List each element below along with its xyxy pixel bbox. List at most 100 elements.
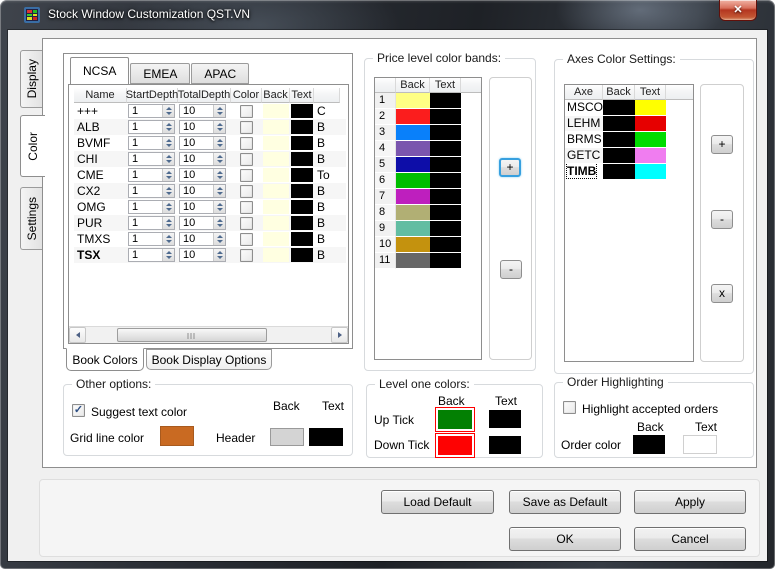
order-text-swatch[interactable] — [683, 435, 717, 454]
text-color-swatch[interactable] — [635, 148, 666, 164]
price-band-row[interactable]: 5 — [375, 157, 481, 173]
tab-book-colors[interactable]: Book Colors — [66, 348, 144, 371]
scrollbar-thumb[interactable] — [117, 328, 267, 342]
back-color-swatch[interactable] — [396, 253, 430, 269]
spinner-arrows-icon[interactable] — [213, 217, 225, 229]
start-depth-spinner[interactable]: 1 — [128, 120, 175, 134]
book-table-row[interactable]: TMXS 1 10 B — [74, 231, 346, 247]
add-axe-button[interactable]: + — [711, 135, 733, 154]
header-text-swatch[interactable] — [309, 428, 343, 446]
tab-settings[interactable]: Settings — [20, 187, 42, 250]
start-depth-spinner[interactable]: 1 — [128, 152, 175, 166]
color-checkbox[interactable] — [240, 168, 253, 182]
back-color-swatch[interactable] — [396, 189, 430, 205]
color-checkbox[interactable] — [240, 136, 253, 150]
book-table-row[interactable]: CX2 1 10 B — [74, 183, 346, 199]
start-depth-spinner[interactable]: 1 — [128, 104, 175, 118]
total-depth-spinner[interactable]: 10 — [179, 136, 226, 150]
grid-line-color-swatch[interactable] — [160, 426, 194, 446]
start-depth-spinner[interactable]: 1 — [128, 216, 175, 230]
spinner-arrows-icon[interactable] — [213, 153, 225, 165]
book-table-row[interactable]: CME 1 10 To — [74, 167, 346, 183]
total-depth-spinner[interactable]: 10 — [179, 200, 226, 214]
scroll-left-arrow-icon[interactable] — [69, 327, 86, 343]
start-depth-spinner[interactable]: 1 — [128, 200, 175, 214]
spinner-arrows-icon[interactable] — [213, 105, 225, 117]
back-color-swatch[interactable] — [603, 116, 635, 132]
color-checkbox[interactable] — [240, 120, 253, 134]
price-band-row[interactable]: 4 — [375, 141, 481, 157]
title-bar[interactable]: Stock Window Customization QST.VN ✕ — [0, 0, 775, 30]
close-button[interactable]: ✕ — [719, 0, 757, 21]
text-color-swatch[interactable] — [430, 237, 461, 253]
scroll-right-arrow-icon[interactable] — [331, 327, 348, 343]
total-depth-spinner[interactable]: 10 — [179, 168, 226, 182]
text-color-swatch[interactable] — [291, 120, 313, 134]
text-color-swatch[interactable] — [430, 157, 461, 173]
price-band-row[interactable]: 2 — [375, 109, 481, 125]
back-color-swatch[interactable] — [263, 216, 289, 230]
text-color-swatch[interactable] — [430, 141, 461, 157]
back-color-swatch[interactable] — [396, 125, 430, 141]
axes-row[interactable]: MSCO — [565, 100, 693, 116]
add-band-button[interactable]: + — [499, 158, 521, 177]
back-color-swatch[interactable] — [396, 173, 430, 189]
text-color-swatch[interactable] — [291, 216, 313, 230]
price-band-row[interactable]: 11 — [375, 253, 481, 269]
total-depth-spinner[interactable]: 10 — [179, 152, 226, 166]
book-table-row[interactable]: CHI 1 10 B — [74, 151, 346, 167]
color-checkbox[interactable] — [240, 200, 253, 214]
text-color-swatch[interactable] — [430, 205, 461, 221]
color-checkbox[interactable] — [240, 216, 253, 230]
ok-button[interactable]: OK — [509, 527, 621, 551]
up-tick-back-swatch[interactable] — [435, 407, 475, 432]
text-color-swatch[interactable] — [635, 164, 666, 180]
price-band-row[interactable]: 9 — [375, 221, 481, 237]
text-color-swatch[interactable] — [430, 109, 461, 125]
color-checkbox[interactable] — [240, 104, 253, 118]
spinner-arrows-icon[interactable] — [162, 233, 174, 245]
book-table-row[interactable]: BVMF 1 10 B — [74, 135, 346, 151]
total-depth-spinner[interactable]: 10 — [179, 216, 226, 230]
spinner-arrows-icon[interactable] — [213, 169, 225, 181]
back-color-swatch[interactable] — [396, 237, 430, 253]
text-color-swatch[interactable] — [430, 221, 461, 237]
highlight-accepted-orders-checkbox[interactable] — [563, 401, 576, 414]
down-tick-back-swatch[interactable] — [435, 433, 475, 458]
axes-row[interactable]: BRMS — [565, 132, 693, 148]
text-color-swatch[interactable] — [635, 132, 666, 148]
suggest-text-color-checkbox[interactable] — [72, 404, 85, 417]
remove-axe-button[interactable]: - — [711, 210, 733, 229]
header-back-swatch[interactable] — [270, 428, 304, 446]
back-color-swatch[interactable] — [603, 132, 635, 148]
spinner-arrows-icon[interactable] — [162, 137, 174, 149]
spinner-arrows-icon[interactable] — [162, 217, 174, 229]
text-color-swatch[interactable] — [291, 248, 313, 262]
tab-color[interactable]: Color — [20, 115, 45, 177]
back-color-swatch[interactable] — [263, 168, 289, 182]
load-default-button[interactable]: Load Default — [381, 490, 494, 514]
spinner-arrows-icon[interactable] — [213, 121, 225, 133]
text-color-swatch[interactable] — [291, 232, 313, 246]
back-color-swatch[interactable] — [263, 232, 289, 246]
back-color-swatch[interactable] — [396, 157, 430, 173]
back-color-swatch[interactable] — [263, 136, 289, 150]
total-depth-spinner[interactable]: 10 — [179, 184, 226, 198]
color-checkbox[interactable] — [240, 152, 253, 166]
text-color-swatch[interactable] — [291, 104, 313, 118]
text-color-swatch[interactable] — [430, 253, 461, 269]
back-color-swatch[interactable] — [263, 152, 289, 166]
text-color-swatch[interactable] — [291, 168, 313, 182]
price-band-row[interactable]: 3 — [375, 125, 481, 141]
axes-row[interactable]: GETC — [565, 148, 693, 164]
horizontal-scrollbar[interactable] — [69, 326, 348, 343]
cancel-button[interactable]: Cancel — [634, 527, 746, 551]
spinner-arrows-icon[interactable] — [213, 233, 225, 245]
back-color-swatch[interactable] — [263, 200, 289, 214]
price-band-row[interactable]: 1 — [375, 93, 481, 109]
delete-axe-button[interactable]: x — [711, 284, 733, 303]
text-color-swatch[interactable] — [430, 125, 461, 141]
spinner-arrows-icon[interactable] — [162, 121, 174, 133]
start-depth-spinner[interactable]: 1 — [128, 248, 175, 262]
back-color-swatch[interactable] — [396, 221, 430, 237]
